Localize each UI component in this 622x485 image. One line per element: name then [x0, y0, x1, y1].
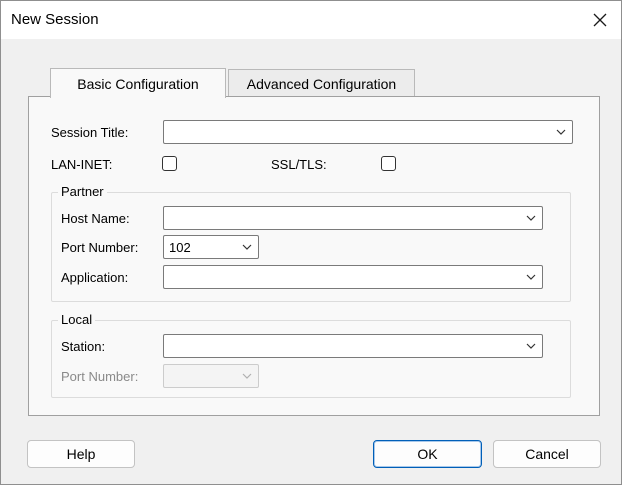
tab-basic-configuration[interactable]: Basic Configuration — [50, 68, 226, 98]
local-port-number-combo — [163, 364, 259, 388]
new-session-dialog: New Session Basic Configuration Advanced… — [0, 0, 622, 485]
local-group-title: Local — [58, 312, 96, 327]
ssl-tls-checkbox[interactable] — [381, 156, 396, 171]
tab-advanced-configuration[interactable]: Advanced Configuration — [228, 69, 415, 97]
chevron-down-icon — [526, 343, 536, 349]
window-title: New Session — [11, 11, 99, 28]
lan-inet-checkbox[interactable] — [162, 156, 177, 171]
ok-button[interactable]: OK — [373, 440, 482, 468]
help-button-label: Help — [66, 446, 96, 462]
ssl-tls-label: SSL/TLS: — [271, 157, 327, 172]
session-title-label: Session Title: — [51, 125, 129, 140]
partner-group-title: Partner — [58, 184, 107, 199]
chevron-down-icon — [242, 373, 252, 379]
close-button[interactable] — [579, 1, 621, 39]
host-name-combo[interactable] — [163, 206, 543, 230]
basic-configuration-panel: Session Title: LAN-INET: SSL/TLS: Partne… — [28, 96, 600, 416]
help-button[interactable]: Help — [27, 440, 135, 468]
application-label: Application: — [61, 270, 129, 285]
close-icon — [593, 13, 607, 27]
tab-basic-configuration-label: Basic Configuration — [77, 75, 199, 92]
local-port-number-label: Port Number: — [61, 369, 139, 384]
cancel-button-label: Cancel — [525, 446, 569, 462]
station-combo[interactable] — [163, 334, 543, 358]
partner-port-number-label: Port Number: — [61, 240, 139, 255]
partner-port-number-combo[interactable]: 102 — [163, 235, 259, 259]
local-group: Local Station: Port Number: — [51, 312, 571, 398]
chevron-down-icon — [526, 215, 536, 221]
partner-port-number-value: 102 — [169, 240, 191, 255]
host-name-label: Host Name: — [61, 211, 130, 226]
partner-group: Partner Host Name: Port Number: 102 Appl… — [51, 184, 571, 302]
chevron-down-icon — [526, 274, 536, 280]
title-bar: New Session — [1, 1, 621, 39]
cancel-button[interactable]: Cancel — [493, 440, 601, 468]
chevron-down-icon — [556, 129, 566, 135]
session-title-combo[interactable] — [163, 120, 573, 144]
chevron-down-icon — [242, 244, 252, 250]
tab-advanced-configuration-label: Advanced Configuration — [246, 75, 397, 92]
ok-button-label: OK — [417, 446, 438, 462]
application-combo[interactable] — [163, 265, 543, 289]
lan-inet-label: LAN-INET: — [51, 157, 113, 172]
station-label: Station: — [61, 339, 106, 354]
